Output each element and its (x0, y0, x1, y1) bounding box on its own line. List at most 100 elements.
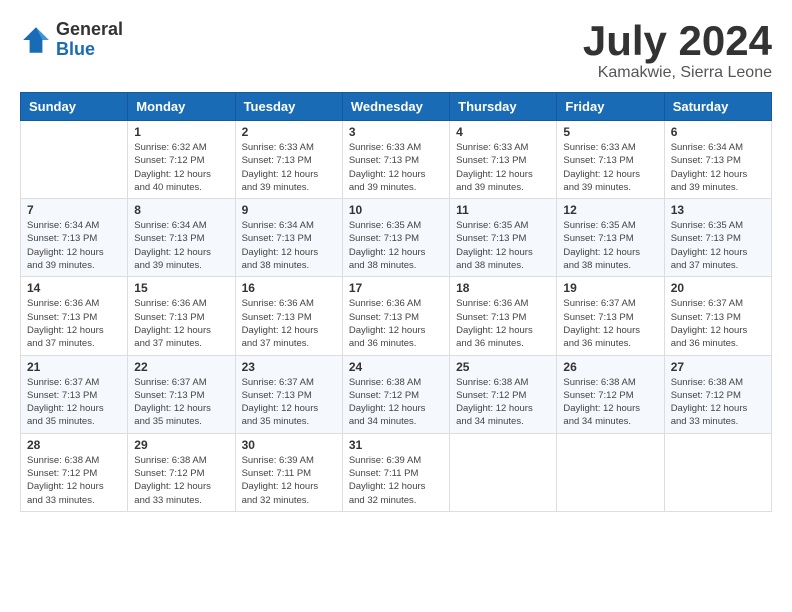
day-info: Sunrise: 6:33 AM Sunset: 7:13 PM Dayligh… (349, 141, 443, 194)
calendar-cell: 28 Sunrise: 6:38 AM Sunset: 7:12 PM Dayli… (21, 433, 128, 511)
day-info: Sunrise: 6:35 AM Sunset: 7:13 PM Dayligh… (671, 219, 765, 272)
day-info: Sunrise: 6:37 AM Sunset: 7:13 PM Dayligh… (134, 376, 228, 429)
calendar-cell: 15 Sunrise: 6:36 AM Sunset: 7:13 PM Dayli… (128, 277, 235, 355)
day-info: Sunrise: 6:38 AM Sunset: 7:12 PM Dayligh… (349, 376, 443, 429)
day-info: Sunrise: 6:33 AM Sunset: 7:13 PM Dayligh… (456, 141, 550, 194)
day-number: 2 (242, 125, 336, 139)
calendar-cell: 4Sunrise: 6:33 AM Sunset: 7:13 PM Daylig… (450, 121, 557, 199)
day-info: Sunrise: 6:38 AM Sunset: 7:12 PM Dayligh… (671, 376, 765, 429)
calendar-cell: 1 Sunrise: 6:32 AM Sunset: 7:12 PM Daylig… (128, 121, 235, 199)
calendar-body: 1 Sunrise: 6:32 AM Sunset: 7:12 PM Daylig… (21, 121, 772, 512)
calendar-cell: 23 Sunrise: 6:37 AM Sunset: 7:13 PM Dayli… (235, 355, 342, 433)
day-info: Sunrise: 6:37 AM Sunset: 7:13 PM Dayligh… (242, 376, 336, 429)
day-info: Sunrise: 6:32 AM Sunset: 7:12 PM Dayligh… (134, 141, 228, 194)
calendar-week-row: 21Sunrise: 6:37 AM Sunset: 7:13 PM Dayli… (21, 355, 772, 433)
day-number: 15 (134, 281, 228, 295)
day-number: 30 (242, 438, 336, 452)
calendar-cell: 18Sunrise: 6:36 AM Sunset: 7:13 PM Dayli… (450, 277, 557, 355)
logo-general-text: General (56, 20, 123, 40)
day-info: Sunrise: 6:34 AM Sunset: 7:13 PM Dayligh… (27, 219, 121, 272)
day-of-week-header: Saturday (664, 93, 771, 121)
calendar-cell: 7 Sunrise: 6:34 AM Sunset: 7:13 PM Daylig… (21, 199, 128, 277)
day-info: Sunrise: 6:33 AM Sunset: 7:13 PM Dayligh… (563, 141, 657, 194)
calendar-table: SundayMondayTuesdayWednesdayThursdayFrid… (20, 92, 772, 512)
calendar-week-row: 7 Sunrise: 6:34 AM Sunset: 7:13 PM Daylig… (21, 199, 772, 277)
day-number: 5 (563, 125, 657, 139)
location-text: Kamakwie, Sierra Leone (583, 64, 772, 82)
day-info: Sunrise: 6:37 AM Sunset: 7:13 PM Dayligh… (27, 376, 121, 429)
day-info: Sunrise: 6:37 AM Sunset: 7:13 PM Dayligh… (671, 297, 765, 350)
day-number: 27 (671, 360, 765, 374)
day-info: Sunrise: 6:35 AM Sunset: 7:13 PM Dayligh… (349, 219, 443, 272)
day-info: Sunrise: 6:39 AM Sunset: 7:11 PM Dayligh… (349, 454, 443, 507)
day-info: Sunrise: 6:35 AM Sunset: 7:13 PM Dayligh… (563, 219, 657, 272)
day-number: 7 (27, 203, 121, 217)
calendar-cell: 3 Sunrise: 6:33 AM Sunset: 7:13 PM Daylig… (342, 121, 449, 199)
calendar-cell: 22Sunrise: 6:37 AM Sunset: 7:13 PM Dayli… (128, 355, 235, 433)
calendar-cell: 20 Sunrise: 6:37 AM Sunset: 7:13 PM Dayli… (664, 277, 771, 355)
day-number: 1 (134, 125, 228, 139)
day-info: Sunrise: 6:38 AM Sunset: 7:12 PM Dayligh… (134, 454, 228, 507)
day-info: Sunrise: 6:36 AM Sunset: 7:13 PM Dayligh… (27, 297, 121, 350)
day-number: 26 (563, 360, 657, 374)
day-info: Sunrise: 6:38 AM Sunset: 7:12 PM Dayligh… (27, 454, 121, 507)
calendar-cell (21, 121, 128, 199)
calendar-cell: 14 Sunrise: 6:36 AM Sunset: 7:13 PM Dayli… (21, 277, 128, 355)
page-header: General Blue July 2024 Kamakwie, Sierra … (20, 20, 772, 82)
day-number: 29 (134, 438, 228, 452)
calendar-cell: 16Sunrise: 6:36 AM Sunset: 7:13 PM Dayli… (235, 277, 342, 355)
day-number: 31 (349, 438, 443, 452)
day-info: Sunrise: 6:34 AM Sunset: 7:13 PM Dayligh… (671, 141, 765, 194)
calendar-cell (557, 433, 664, 511)
day-of-week-header: Sunday (21, 93, 128, 121)
title-area: July 2024 Kamakwie, Sierra Leone (583, 20, 772, 82)
calendar-cell: 17 Sunrise: 6:36 AM Sunset: 7:13 PM Dayli… (342, 277, 449, 355)
day-number: 9 (242, 203, 336, 217)
calendar-cell: 24 Sunrise: 6:38 AM Sunset: 7:12 PM Dayli… (342, 355, 449, 433)
calendar-cell (664, 433, 771, 511)
calendar-cell: 31 Sunrise: 6:39 AM Sunset: 7:11 PM Dayli… (342, 433, 449, 511)
calendar-cell: 11Sunrise: 6:35 AM Sunset: 7:13 PM Dayli… (450, 199, 557, 277)
day-info: Sunrise: 6:36 AM Sunset: 7:13 PM Dayligh… (456, 297, 550, 350)
day-number: 14 (27, 281, 121, 295)
day-of-week-header: Monday (128, 93, 235, 121)
day-number: 17 (349, 281, 443, 295)
day-number: 3 (349, 125, 443, 139)
logo-blue-text: Blue (56, 40, 123, 60)
day-number: 19 (563, 281, 657, 295)
day-number: 12 (563, 203, 657, 217)
logo: General Blue (20, 20, 123, 60)
day-number: 8 (134, 203, 228, 217)
logo-text: General Blue (56, 20, 123, 60)
day-number: 28 (27, 438, 121, 452)
day-info: Sunrise: 6:33 AM Sunset: 7:13 PM Dayligh… (242, 141, 336, 194)
day-info: Sunrise: 6:36 AM Sunset: 7:13 PM Dayligh… (349, 297, 443, 350)
day-info: Sunrise: 6:35 AM Sunset: 7:13 PM Dayligh… (456, 219, 550, 272)
day-number: 23 (242, 360, 336, 374)
calendar-cell: 26 Sunrise: 6:38 AM Sunset: 7:12 PM Dayli… (557, 355, 664, 433)
calendar-cell: 2 Sunrise: 6:33 AM Sunset: 7:13 PM Daylig… (235, 121, 342, 199)
day-number: 13 (671, 203, 765, 217)
day-info: Sunrise: 6:36 AM Sunset: 7:13 PM Dayligh… (134, 297, 228, 350)
logo-icon (20, 24, 52, 56)
day-number: 10 (349, 203, 443, 217)
day-of-week-header: Wednesday (342, 93, 449, 121)
day-number: 24 (349, 360, 443, 374)
day-number: 6 (671, 125, 765, 139)
calendar-cell: 29 Sunrise: 6:38 AM Sunset: 7:12 PM Dayli… (128, 433, 235, 511)
calendar-cell: 30Sunrise: 6:39 AM Sunset: 7:11 PM Dayli… (235, 433, 342, 511)
calendar-cell: 19 Sunrise: 6:37 AM Sunset: 7:13 PM Dayli… (557, 277, 664, 355)
calendar-cell: 12 Sunrise: 6:35 AM Sunset: 7:13 PM Dayli… (557, 199, 664, 277)
day-of-week-header: Tuesday (235, 93, 342, 121)
day-of-week-header: Thursday (450, 93, 557, 121)
day-number: 20 (671, 281, 765, 295)
calendar-cell: 8 Sunrise: 6:34 AM Sunset: 7:13 PM Daylig… (128, 199, 235, 277)
calendar-cell: 5 Sunrise: 6:33 AM Sunset: 7:13 PM Daylig… (557, 121, 664, 199)
day-info: Sunrise: 6:34 AM Sunset: 7:13 PM Dayligh… (134, 219, 228, 272)
day-info: Sunrise: 6:38 AM Sunset: 7:12 PM Dayligh… (563, 376, 657, 429)
days-of-week-row: SundayMondayTuesdayWednesdayThursdayFrid… (21, 93, 772, 121)
calendar-cell (450, 433, 557, 511)
day-info: Sunrise: 6:37 AM Sunset: 7:13 PM Dayligh… (563, 297, 657, 350)
day-info: Sunrise: 6:38 AM Sunset: 7:12 PM Dayligh… (456, 376, 550, 429)
calendar-cell: 13 Sunrise: 6:35 AM Sunset: 7:13 PM Dayli… (664, 199, 771, 277)
